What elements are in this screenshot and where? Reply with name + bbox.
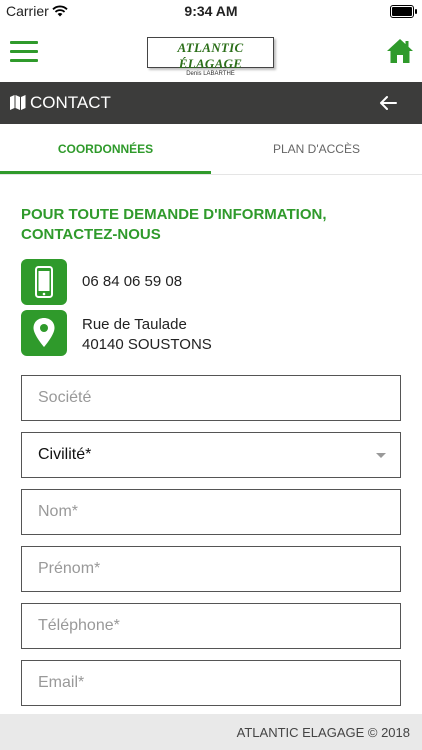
prenom-input[interactable]: Prénom*	[21, 546, 401, 592]
address-line-2: 40140 SOUSTONS	[82, 336, 212, 353]
address-line-1: Rue de Taulade	[82, 316, 187, 333]
contact-heading: POUR TOUTE DEMANDE D'INFORMATION, CONTAC…	[21, 206, 327, 243]
back-arrow-icon[interactable]	[379, 95, 397, 116]
app-header: ATLANTIC ÉLAGAGE Denis LABARTHE	[0, 22, 422, 82]
page-title: CONTACT	[30, 93, 111, 112]
nom-placeholder: Nom*	[38, 503, 79, 520]
footer: ATLANTIC ELAGAGE © 2018	[0, 714, 422, 750]
battery-icon	[390, 5, 417, 18]
dropdown-caret-icon	[376, 453, 386, 458]
nom-input[interactable]: Nom*	[21, 489, 401, 535]
clock: 9:34 AM	[184, 3, 238, 19]
phone-icon	[21, 259, 67, 305]
home-icon[interactable]	[386, 37, 414, 65]
brand-logo: ATLANTIC ÉLAGAGE Denis LABARTHE	[147, 37, 274, 77]
civilite-value: Civilité*	[38, 446, 92, 463]
societe-input[interactable]: Société	[21, 375, 401, 421]
tab-bar: COORDONNÉES PLAN D'ACCÈS	[0, 124, 422, 175]
phone-row[interactable]: 06 84 06 59 08	[21, 259, 401, 305]
societe-placeholder: Société	[38, 389, 92, 406]
tab-plan-acces[interactable]: PLAN D'ACCÈS	[211, 124, 422, 174]
address-row: Rue de Taulade 40140 SOUSTONS	[21, 310, 401, 356]
map-icon	[10, 95, 26, 115]
menu-icon[interactable]	[10, 41, 38, 63]
civilite-select[interactable]: Civilité*	[21, 432, 401, 478]
footer-copyright: ATLANTIC ELAGAGE © 2018	[236, 725, 410, 740]
logo-subtitle: Denis LABARTHE	[186, 71, 235, 77]
telephone-input[interactable]: Téléphone*	[21, 603, 401, 649]
email-placeholder: Email*	[38, 674, 85, 691]
location-pin-icon	[21, 310, 67, 356]
page-title-bar: CONTACT	[0, 82, 422, 124]
status-bar: Carrier 9:34 AM	[0, 0, 422, 22]
phone-number[interactable]: 06 84 06 59 08	[82, 272, 182, 292]
email-input[interactable]: Email*	[21, 660, 401, 706]
telephone-placeholder: Téléphone*	[38, 617, 120, 634]
prenom-placeholder: Prénom*	[38, 560, 101, 577]
logo-title: ATLANTIC ÉLAGAGE	[177, 40, 244, 71]
tab-coordonnees[interactable]: COORDONNÉES	[0, 124, 211, 174]
